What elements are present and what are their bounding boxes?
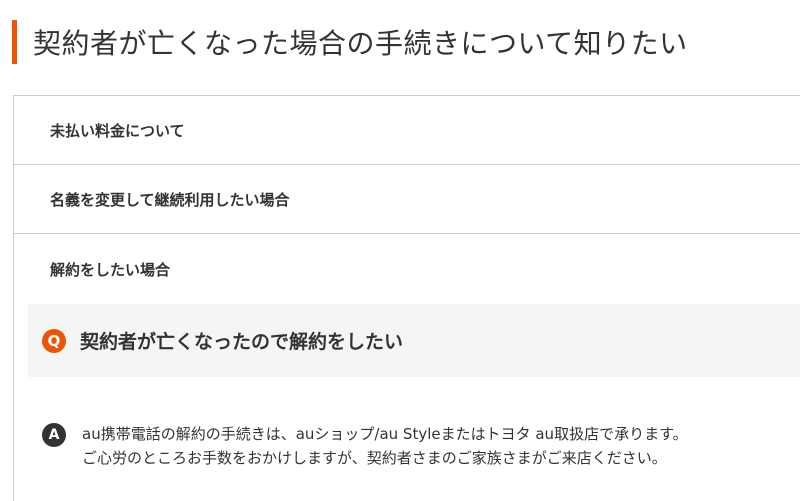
page-header: 契約者が亡くなった場合の手続きについて知りたい bbox=[12, 20, 688, 64]
page-title: 契約者が亡くなった場合の手続きについて知りたい bbox=[33, 27, 688, 60]
title-accent-bar bbox=[12, 20, 17, 64]
accordion-item-unpaid-charges[interactable]: 未払い料金について bbox=[14, 95, 800, 164]
question-text: 契約者が亡くなったので解約をしたい bbox=[80, 331, 404, 353]
accordion: 未払い料金について 名義を変更して継続利用したい場合 解約をしたい場合 Q 契約… bbox=[13, 95, 800, 501]
answer-line: ご心労のところお手数をおかけしますが、契約者さまのご家族さまがご来店ください。 bbox=[82, 449, 667, 467]
page: 契約者が亡くなった場合の手続きについて知りたい 未払い料金について 名義を変更し… bbox=[0, 0, 800, 501]
question-badge-icon: Q bbox=[42, 328, 66, 353]
answer-row: A au携帯電話の解約の手続きは、auショップ/au Styleまたはトヨタ a… bbox=[28, 377, 800, 470]
accordion-item-label: 名義を変更して継続利用したい場合 bbox=[50, 190, 290, 209]
accordion-item-label: 解約をしたい場合 bbox=[50, 260, 171, 279]
answer-text: au携帯電話の解約の手続きは、auショップ/au Styleまたはトヨタ au取… bbox=[82, 422, 688, 470]
accordion-item-cancellation[interactable]: 解約をしたい場合 bbox=[14, 233, 800, 304]
accordion-item-label: 未払い料金について bbox=[50, 121, 185, 140]
question-row: Q 契約者が亡くなったので解約をしたい bbox=[28, 304, 800, 377]
answer-line: au携帯電話の解約の手続きは、auショップ/au Styleまたはトヨタ au取… bbox=[82, 425, 688, 443]
qa-block: Q 契約者が亡くなったので解約をしたい A au携帯電話の解約の手続きは、auシ… bbox=[28, 304, 800, 501]
answer-badge-icon: A bbox=[42, 423, 66, 447]
accordion-item-name-change[interactable]: 名義を変更して継続利用したい場合 bbox=[14, 164, 800, 233]
